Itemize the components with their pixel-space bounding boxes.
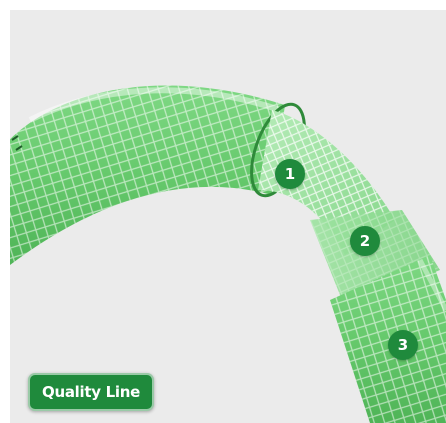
quality-line-badge: Quality Line [28,373,154,411]
layer-marker-3: 3 [388,330,418,360]
layer-marker-1: 1 [275,159,305,189]
hose-illustration [10,85,446,423]
layer-marker-2: 2 [350,226,380,256]
product-image-frame: 1 2 3 Quality Line [10,10,446,423]
